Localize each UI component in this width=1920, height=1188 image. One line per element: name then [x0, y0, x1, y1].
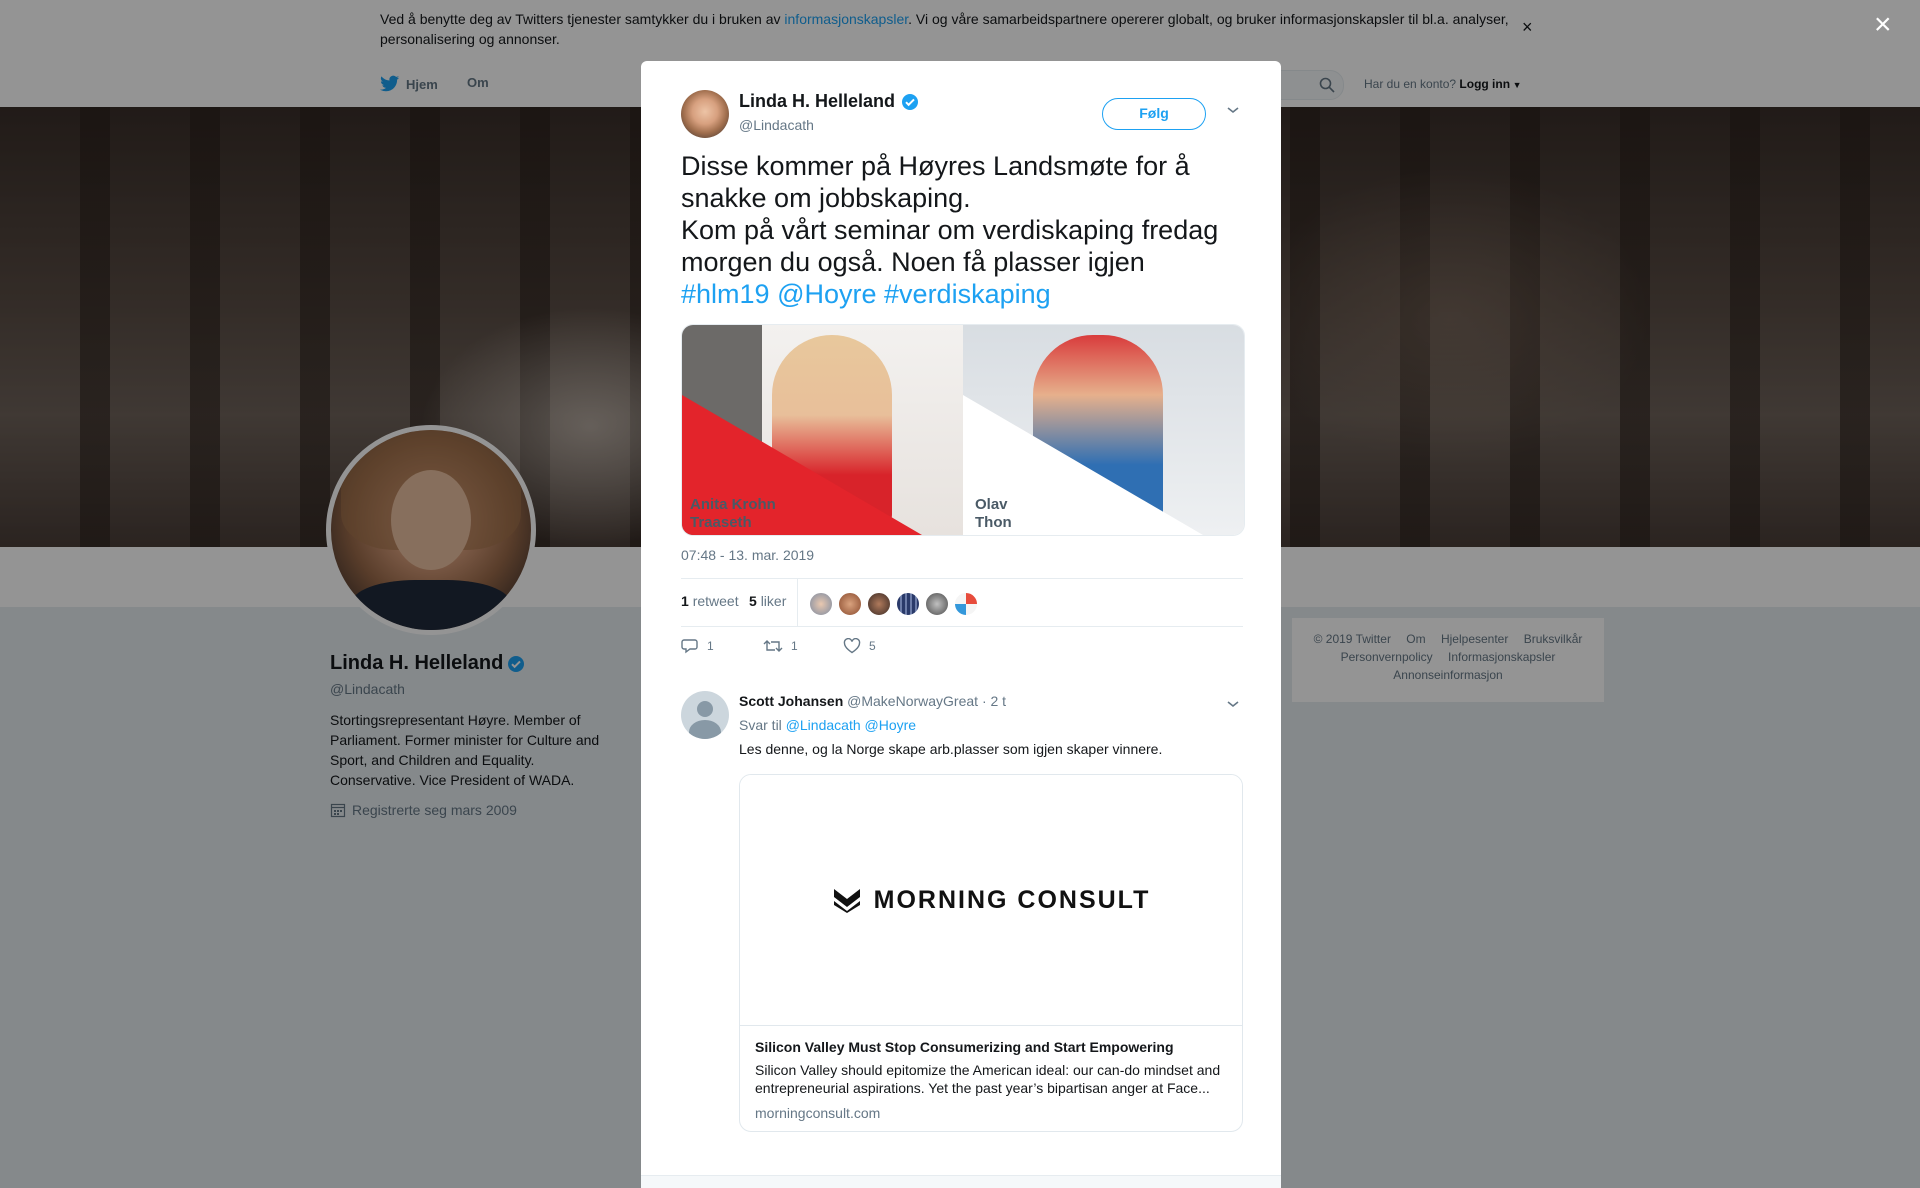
retweet-count: 1: [791, 639, 798, 653]
overlay-close-button[interactable]: ×: [1874, 10, 1892, 40]
tweet-text-line-1: Disse kommer på Høyres Landsmøte for å s…: [681, 151, 1190, 213]
liker-avatar[interactable]: [896, 592, 920, 616]
tweet-timestamp[interactable]: 07:48 - 13. mar. 2019: [681, 547, 814, 563]
heart-icon: [843, 638, 861, 654]
like-action[interactable]: 5: [843, 638, 876, 654]
like-stat[interactable]: 5 liker: [749, 593, 786, 609]
chevron-down-icon[interactable]: [1226, 105, 1240, 115]
retweet-icon: [763, 640, 783, 652]
tweet-text-line-2: Kom på vårt seminar om verdiskaping fred…: [681, 215, 1219, 277]
reply-author-name[interactable]: Scott Johansen: [739, 693, 843, 709]
reply-to-mentions[interactable]: @Lindacath @Hoyre: [786, 717, 916, 733]
morning-consult-logo: MORNING CONSULT: [832, 886, 1151, 915]
reply-timestamp[interactable]: · 2 t: [982, 693, 1006, 709]
default-avatar-head: [697, 701, 713, 717]
like-count: 5: [869, 639, 876, 653]
mention-link[interactable]: @Hoyre: [777, 279, 876, 309]
modal-bottom-bar: [641, 1175, 1281, 1188]
retweet-action[interactable]: 1: [763, 638, 798, 654]
link-card-image: MORNING CONSULT: [740, 775, 1242, 1026]
tweet-media[interactable]: Anita Krohn Traaseth Olav Thon: [681, 324, 1245, 536]
default-avatar-body: [689, 720, 721, 739]
chevron-down-icon[interactable]: [1226, 699, 1240, 709]
liker-avatar[interactable]: [838, 592, 862, 616]
tweet-author-handle[interactable]: @Lindacath: [739, 117, 814, 133]
hashtag-link[interactable]: #hlm19: [681, 279, 770, 309]
tweet-text: Disse kommer på Høyres Landsmøte for å s…: [681, 150, 1251, 310]
retweet-stat[interactable]: 1 retweet: [681, 593, 739, 609]
hashtag-link[interactable]: #verdiskaping: [884, 279, 1051, 309]
reply-to-label: Svar til: [739, 717, 782, 733]
media-photo-right: Olav Thon: [963, 325, 1244, 535]
media-label-left-line-1: Anita Krohn: [690, 496, 776, 513]
reply-count: 1: [707, 639, 714, 653]
tweet-hashtags: #hlm19 @Hoyre #verdiskaping: [681, 278, 1251, 310]
link-card[interactable]: MORNING CONSULT Silicon Valley Must Stop…: [739, 774, 1243, 1132]
link-card-description: Silicon Valley should epitomize the Amer…: [755, 1062, 1221, 1096]
reply-header: Scott Johansen @MakeNorwayGreat · 2 t: [739, 693, 1006, 709]
verified-badge-icon: [902, 93, 919, 110]
media-label-right-line-2: Thon: [975, 514, 1012, 531]
media-label-right-line-1: Olav: [975, 496, 1008, 513]
tweet-author-avatar[interactable]: [681, 90, 729, 138]
stats-divider: [797, 579, 798, 626]
retweet-stat-count: 1: [681, 593, 689, 609]
retweet-stat-label: retweet: [692, 593, 739, 609]
morning-consult-logo-text: MORNING CONSULT: [873, 885, 1151, 914]
morning-consult-mark-icon: [833, 889, 860, 913]
media-label-left-line-2: Traaseth: [690, 514, 752, 531]
tweet-author-name-text: Linda H. Helleland: [739, 91, 896, 111]
like-stat-label: liker: [760, 593, 787, 609]
liker-avatar[interactable]: [867, 592, 891, 616]
reply-author-avatar[interactable]: [681, 691, 729, 739]
media-label-left: Anita Krohn Traaseth: [690, 496, 776, 532]
media-label-right: Olav Thon: [975, 496, 1012, 532]
like-stat-count: 5: [749, 593, 757, 609]
liker-avatar[interactable]: [954, 592, 978, 616]
link-card-title: Silicon Valley Must Stop Consumerizing a…: [755, 1039, 1174, 1055]
tweet-modal: Linda H. Helleland @Lindacath Følg Disse…: [641, 61, 1281, 1188]
reply-text: Les denne, og la Norge skape arb.plasser…: [739, 741, 1163, 757]
tweet-author-name[interactable]: Linda H. Helleland: [739, 91, 919, 112]
link-card-domain: morningconsult.com: [755, 1105, 881, 1121]
liker-avatar[interactable]: [809, 592, 833, 616]
reply-author-handle[interactable]: @MakeNorwayGreat: [847, 693, 978, 709]
tweet-stats: 1 retweet 5 liker: [681, 578, 1243, 627]
follow-button[interactable]: Følg: [1102, 98, 1206, 130]
media-photo-left: Anita Krohn Traaseth: [682, 325, 963, 535]
reply-icon: [681, 639, 698, 654]
reply-to: Svar til @Lindacath @Hoyre: [739, 717, 916, 733]
liker-avatar[interactable]: [925, 592, 949, 616]
reply-action[interactable]: 1: [681, 638, 714, 654]
